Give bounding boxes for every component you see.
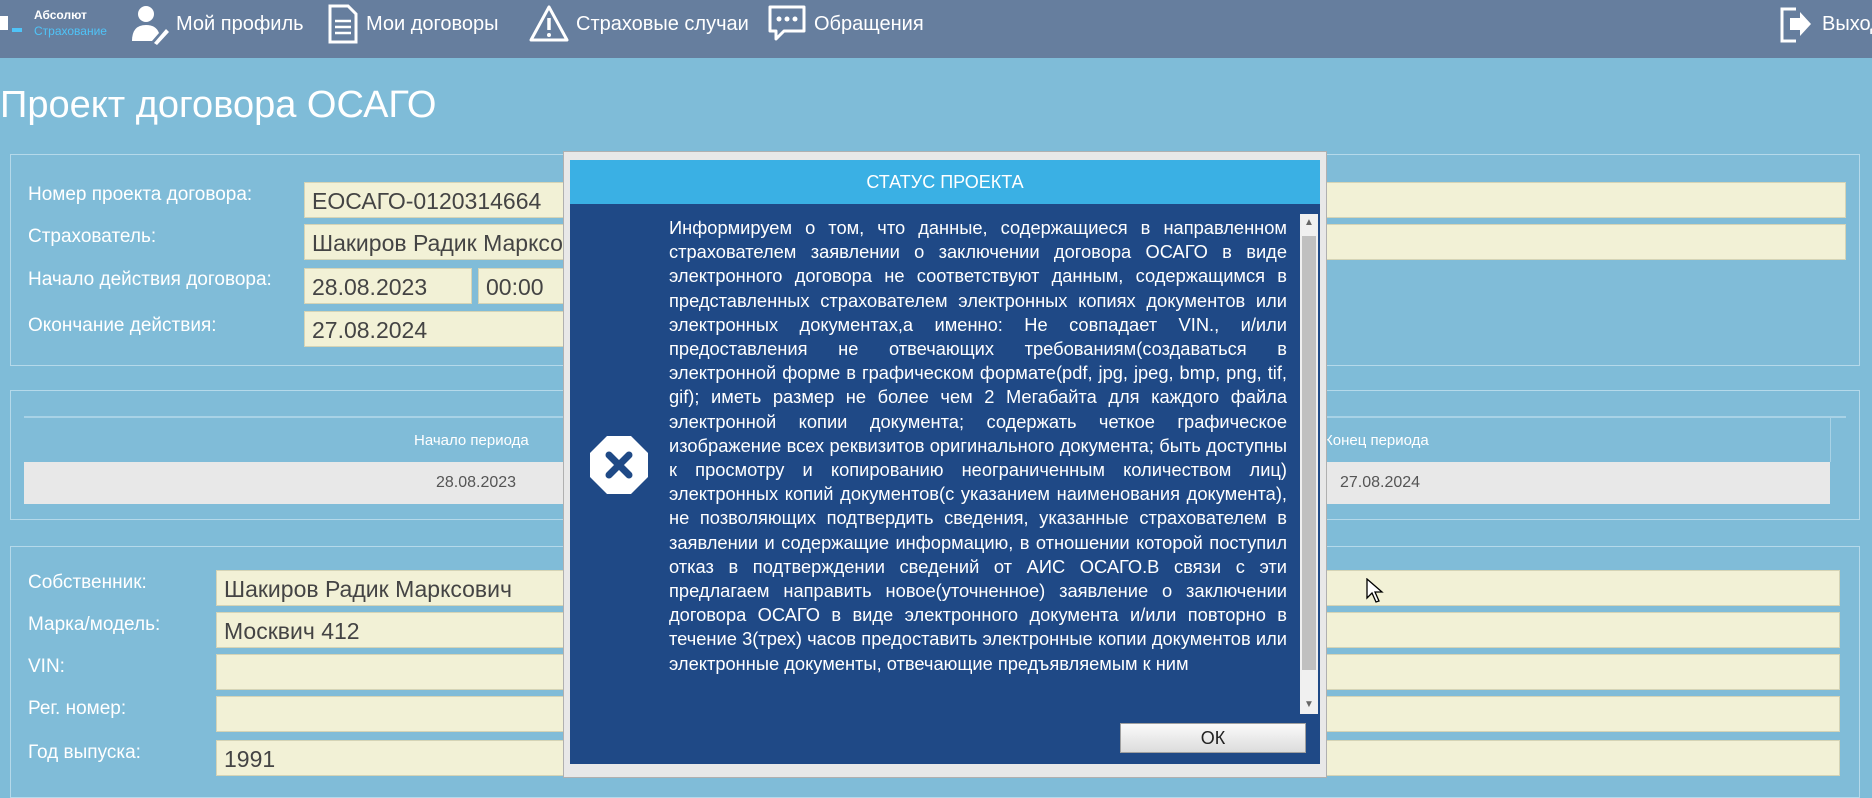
scroll-up-icon[interactable]: ▲ — [1300, 214, 1318, 232]
error-icon — [590, 436, 648, 494]
logo-text-line2: Страхование — [34, 24, 107, 38]
year-label: Год выпуска: — [28, 742, 141, 763]
nav-contracts[interactable]: Мои договоры — [326, 0, 499, 48]
top-nav: Абсолют Страхование Мой профиль Мои дого… — [0, 0, 1872, 58]
mouse-cursor-icon — [1366, 578, 1384, 603]
logo[interactable]: Абсолют Страхование — [0, 4, 120, 44]
page-title: Проект договора ОСАГО — [0, 84, 437, 126]
contract-number-label: Номер проекта договора: — [28, 184, 253, 205]
end-date-field[interactable]: 27.08.2024 — [304, 311, 584, 347]
owner-label: Собственник: — [28, 572, 147, 593]
modal-scrollbar[interactable]: ▲ ▼ — [1300, 214, 1318, 714]
nav-exit[interactable]: Выход — [1776, 0, 1872, 48]
nav-contracts-label: Мои договоры — [366, 12, 499, 35]
warning-icon — [529, 5, 569, 42]
logo-text-line1: Абсолют — [34, 8, 87, 22]
insurer-label: Страхователь: — [28, 226, 157, 247]
end-label: Окончание действия: — [28, 315, 217, 336]
vin-label: VIN: — [28, 656, 65, 677]
exit-icon — [1780, 7, 1811, 43]
scroll-down-icon[interactable]: ▼ — [1300, 696, 1318, 714]
period-start-cell: 28.08.2023 — [436, 474, 517, 491]
nav-appeals-label: Обращения — [814, 12, 924, 35]
nav-insured-events-label: Страховые случаи — [576, 12, 749, 35]
document-icon — [328, 4, 358, 44]
model-label: Марка/модель: — [28, 614, 161, 635]
ok-button[interactable]: ОК — [1120, 723, 1306, 753]
logo-mark-icon — [0, 16, 22, 32]
table-divider — [1830, 418, 1831, 462]
chat-icon — [768, 5, 806, 41]
period-end-header: Конец периода — [1324, 432, 1429, 449]
period-start-header: Начало периода — [414, 432, 529, 449]
reg-number-label: Рег. номер: — [28, 698, 127, 719]
scroll-thumb[interactable] — [1302, 236, 1316, 670]
period-end-cell: 27.08.2024 — [1340, 474, 1421, 491]
nav-appeals[interactable]: Обращения — [766, 0, 924, 48]
nav-profile-label: Мой профиль — [176, 12, 304, 35]
start-label: Начало действия договора: — [28, 269, 272, 290]
modal-message: Информируем о том, что данные, содержащи… — [669, 217, 1287, 674]
nav-exit-label: Выход — [1822, 12, 1872, 35]
nav-insured-events[interactable]: Страховые случаи — [528, 0, 749, 48]
modal-title: СТАТУС ПРОЕКТА — [570, 160, 1320, 204]
status-modal: СТАТУС ПРОЕКТА Информируем о том, что да… — [570, 160, 1320, 764]
nav-profile[interactable]: Мой профиль — [128, 0, 304, 48]
user-edit-icon — [132, 6, 169, 45]
start-date-field[interactable]: 28.08.2023 — [304, 268, 472, 304]
